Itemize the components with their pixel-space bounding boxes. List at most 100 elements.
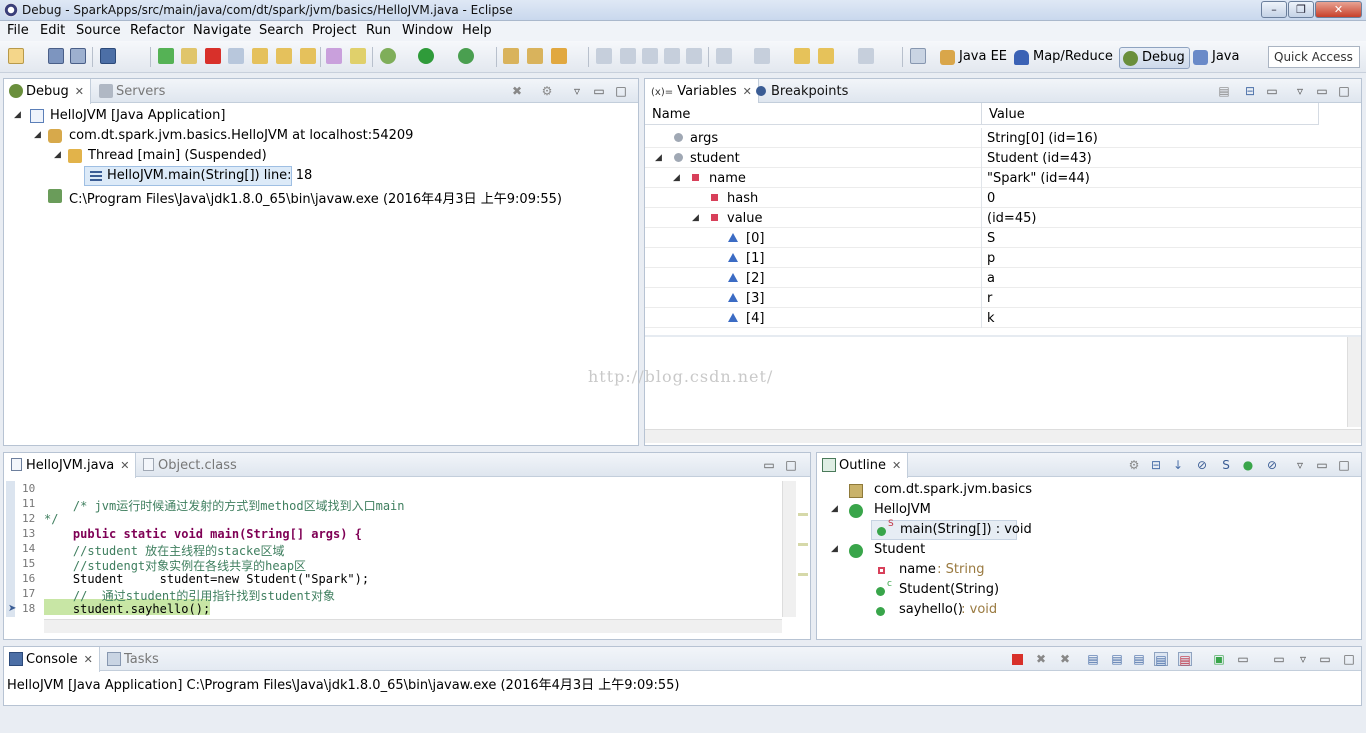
close-tab-icon[interactable]: ✕ <box>75 85 84 98</box>
save-all-icon[interactable] <box>70 48 86 64</box>
code-line[interactable]: student.sayhello(); <box>44 602 210 616</box>
tree-item-stack-frame[interactable]: HelloJVM.main(String[]) line: 18 <box>84 166 312 186</box>
external-tools-icon[interactable] <box>458 48 474 64</box>
outline-item-main[interactable]: S main(String[]) : void <box>871 519 1032 540</box>
perspective-map-reduce[interactable]: Map/Reduce <box>1011 47 1117 69</box>
show-source-icon[interactable] <box>664 48 680 64</box>
menu-source[interactable]: Source <box>76 23 121 38</box>
tab-object-class[interactable]: Object.class <box>136 453 243 477</box>
code-line[interactable]: public static void main(String[] args) { <box>44 527 362 541</box>
remove-launch-icon[interactable]: ✖ <box>1034 652 1048 666</box>
variable-row-element[interactable]: [0] S <box>645 228 1361 248</box>
view-menu-icon[interactable]: ▿ <box>570 84 584 98</box>
remove-all-terminated-icon[interactable]: ✖ <box>510 84 524 98</box>
step-over-icon[interactable] <box>276 48 292 64</box>
back-icon[interactable] <box>818 48 834 64</box>
hide-fields-icon[interactable]: ⊘ <box>1195 458 1209 472</box>
close-tab-icon[interactable]: ✕ <box>120 459 129 472</box>
minimize-view-icon[interactable]: ▭ <box>1315 458 1329 472</box>
open-console-icon[interactable]: ▭ <box>1272 652 1286 666</box>
remove-all-terminated-icon[interactable]: ✖ <box>1058 652 1072 666</box>
view-menu-icon[interactable]: ▿ <box>1296 652 1310 666</box>
minimize-view-icon[interactable]: ▭ <box>1265 84 1279 98</box>
show-on-stdout-icon[interactable]: ▤ <box>1154 652 1168 667</box>
step-return-icon[interactable] <box>300 48 316 64</box>
show-whitespace-icon[interactable] <box>642 48 658 64</box>
suspend-icon[interactable] <box>181 48 197 64</box>
forward-icon[interactable] <box>858 48 874 64</box>
collapse-icon[interactable]: ◢ <box>34 130 41 140</box>
previous-annotation-icon[interactable] <box>754 48 770 64</box>
column-header-value[interactable]: Value <box>982 103 1319 125</box>
code-line[interactable]: /* jvm运行时候通过发射的方式到method区域找到入口main <box>44 497 405 514</box>
close-tab-icon[interactable]: ✕ <box>84 653 93 666</box>
menu-window[interactable]: Window <box>402 23 453 38</box>
close-button[interactable]: ✕ <box>1315 1 1362 18</box>
editor-horizontal-scrollbar[interactable] <box>44 619 782 633</box>
maximize-view-icon[interactable]: □ <box>1337 84 1351 98</box>
menu-edit[interactable]: Edit <box>40 23 65 38</box>
details-pane-sash[interactable] <box>645 335 1361 337</box>
column-header-name[interactable]: Name <box>645 103 982 125</box>
tab-console[interactable]: Console ✕ <box>4 647 100 672</box>
variable-row-args[interactable]: args String[0] (id=16) <box>645 128 1361 148</box>
details-horizontal-scrollbar[interactable] <box>645 429 1361 443</box>
menu-project[interactable]: Project <box>312 23 356 38</box>
pin-console-icon[interactable]: ▣ <box>1212 652 1226 666</box>
tab-servers[interactable]: Servers <box>94 79 171 103</box>
collapse-all-icon[interactable]: ⊟ <box>1149 458 1163 472</box>
terminate-icon[interactable] <box>205 48 221 64</box>
toggle-breadcrumb-icon[interactable] <box>686 48 702 64</box>
step-into-icon[interactable] <box>252 48 268 64</box>
details-vertical-scrollbar[interactable] <box>1347 337 1361 427</box>
run-launch-icon[interactable] <box>418 48 434 64</box>
quick-access-input[interactable]: Quick Access <box>1268 46 1360 68</box>
variable-row-element[interactable]: [2] a <box>645 268 1361 288</box>
tab-tasks[interactable]: Tasks <box>102 647 165 671</box>
console-icon[interactable] <box>100 48 116 64</box>
word-wrap-icon[interactable]: ▤ <box>1132 652 1146 666</box>
variable-row-element[interactable]: [3] r <box>645 288 1361 308</box>
view-menu-icon[interactable]: ▿ <box>1293 458 1307 472</box>
toggle-mark-occurrences-icon[interactable] <box>596 48 612 64</box>
perspective-java-ee[interactable]: Java EE <box>937 47 1011 69</box>
minimize-pane-icon[interactable]: ▭ <box>1315 84 1329 98</box>
show-type-names-icon[interactable]: ▤ <box>1217 84 1231 98</box>
minimize-view-icon[interactable]: ▭ <box>762 458 776 472</box>
maximize-view-icon[interactable]: □ <box>614 84 628 98</box>
menu-run[interactable]: Run <box>366 23 391 38</box>
menu-file[interactable]: File <box>7 23 29 38</box>
minimize-view-icon[interactable]: ▭ <box>1318 652 1332 666</box>
variable-row-hash[interactable]: hash 0 <box>645 188 1361 208</box>
sort-icon[interactable]: ↓ <box>1171 458 1185 472</box>
tab-debug[interactable]: Debug ✕ <box>4 79 91 104</box>
code-line[interactable]: */ <box>44 512 58 526</box>
toggle-block-selection-icon[interactable] <box>620 48 636 64</box>
focus-active-task-icon[interactable]: ⚙ <box>1127 458 1141 472</box>
save-icon[interactable] <box>48 48 64 64</box>
collapse-icon[interactable]: ◢ <box>831 544 838 554</box>
view-menu-icon[interactable]: ▿ <box>1293 84 1307 98</box>
hide-local-types-icon[interactable]: ⊘ <box>1265 458 1279 472</box>
disconnect-icon[interactable] <box>228 48 244 64</box>
menu-help[interactable]: Help <box>462 23 492 38</box>
variable-row-name[interactable]: ◢ name "Spark" (id=44) <box>645 168 1361 188</box>
maximize-view-icon[interactable]: □ <box>1342 652 1356 666</box>
open-type-icon[interactable] <box>527 48 543 64</box>
resume-icon[interactable] <box>158 48 174 64</box>
drop-to-frame-icon[interactable] <box>326 48 342 64</box>
terminate-icon[interactable] <box>1012 654 1023 665</box>
close-tab-icon[interactable]: ✕ <box>892 459 901 472</box>
open-perspective-icon[interactable] <box>910 48 926 64</box>
collapse-icon[interactable]: ◢ <box>54 150 61 160</box>
collapse-icon[interactable]: ◢ <box>14 110 21 120</box>
variable-row-element[interactable]: [1] p <box>645 248 1361 268</box>
collapse-icon[interactable]: ◢ <box>831 504 838 514</box>
maximize-button[interactable]: ❐ <box>1288 1 1314 18</box>
collapse-icon[interactable]: ◢ <box>655 153 662 163</box>
scroll-lock-icon[interactable]: ▤ <box>1110 652 1124 666</box>
use-step-filters-icon[interactable] <box>350 48 366 64</box>
editor-vertical-scrollbar[interactable] <box>782 481 796 617</box>
hide-non-public-icon[interactable]: ● <box>1241 458 1255 472</box>
clear-console-icon[interactable]: ▤ <box>1086 652 1100 666</box>
